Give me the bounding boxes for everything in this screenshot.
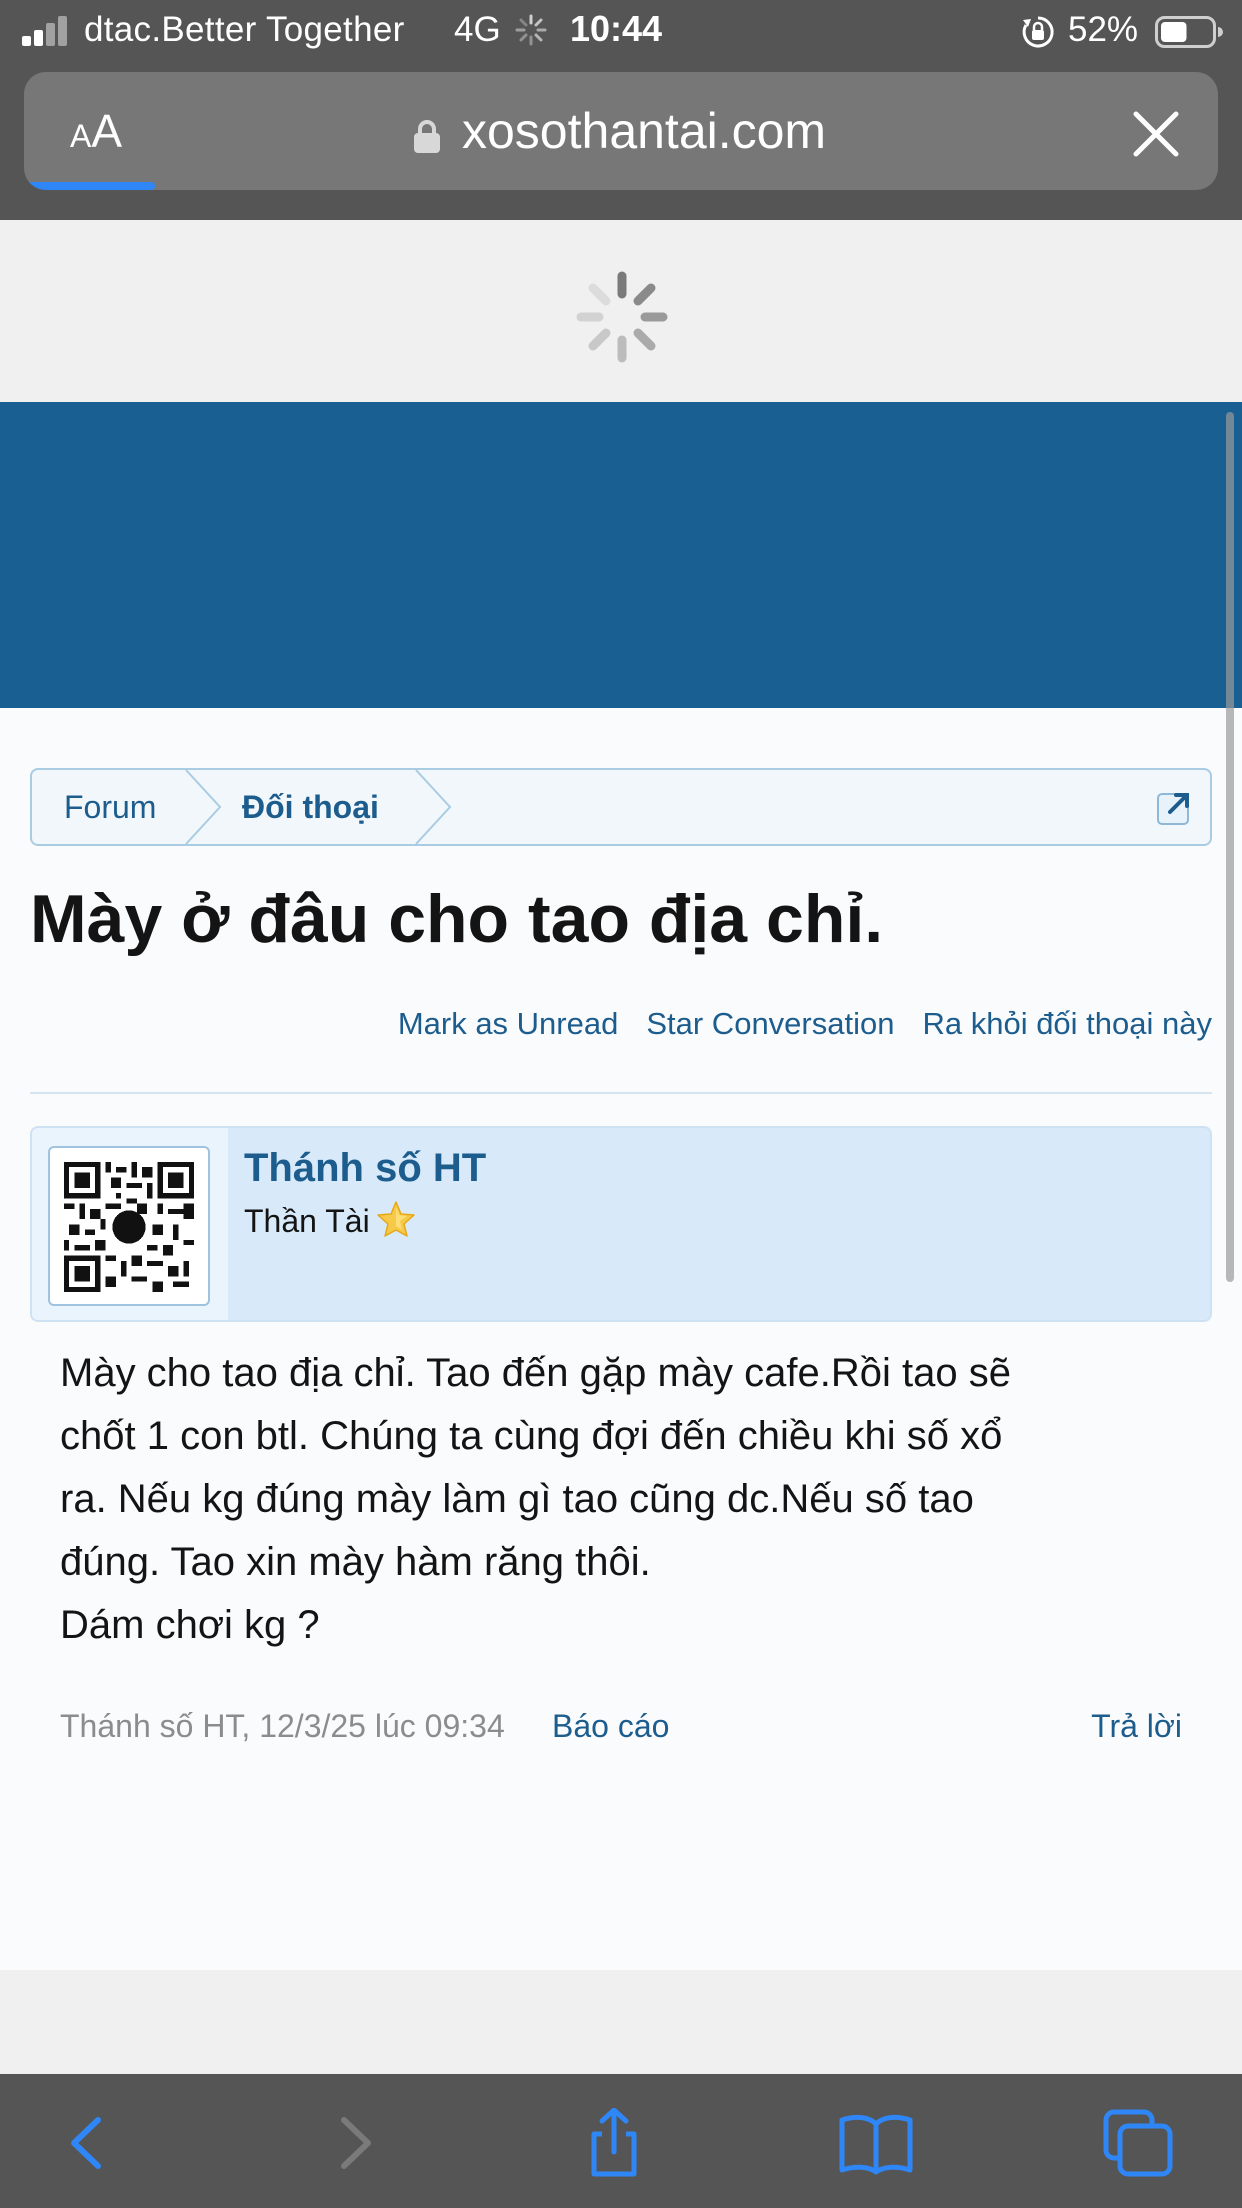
- stop-loading-icon[interactable]: [1130, 108, 1182, 160]
- message-meta: Thánh số HT, 12/3/25 lúc 09:34: [60, 1708, 505, 1744]
- message-body: Mày cho tao địa chỉ. Tao đến gặp mày caf…: [60, 1342, 1200, 1657]
- breadcrumb-separator: [185, 770, 222, 844]
- breadcrumb: Forum Đối thoại: [30, 768, 1212, 846]
- browser-toolbar: [0, 2074, 1242, 2208]
- message-body-line: ra. Nếu kg đúng mày làm gì tao cũng dc.N…: [60, 1477, 974, 1521]
- username-link[interactable]: Thánh số HT: [244, 1146, 486, 1191]
- lock-icon: [414, 120, 440, 153]
- battery-percent: 52%: [1068, 10, 1139, 49]
- breadcrumb-conversation[interactable]: Đối thoại: [242, 770, 379, 844]
- message-body-line: đúng. Tao xin mày hàm răng thôi.: [60, 1540, 651, 1584]
- clock: 10:44: [570, 8, 663, 49]
- cellular-signal-icon: [22, 16, 70, 46]
- back-icon[interactable]: [48, 2108, 128, 2178]
- breadcrumb-forum[interactable]: Forum: [64, 770, 156, 844]
- url-domain[interactable]: xosothantai.com: [462, 102, 826, 160]
- forward-icon[interactable]: [314, 2108, 394, 2178]
- text-size-button[interactable]: AA: [70, 104, 122, 158]
- network-type: 4G: [454, 10, 501, 49]
- share-icon[interactable]: [574, 2108, 654, 2178]
- message-body-line: Mày cho tao địa chỉ. Tao đến gặp mày caf…: [60, 1351, 1011, 1395]
- tabs-icon[interactable]: [1100, 2108, 1180, 2178]
- mark-unread-link[interactable]: Mark as Unread: [398, 1006, 619, 1041]
- report-link[interactable]: Báo cáo: [552, 1708, 669, 1745]
- address-bar[interactable]: AA xosothantai.com: [24, 72, 1218, 190]
- reply-link[interactable]: Trả lời: [1091, 1708, 1182, 1745]
- scrollbar[interactable]: [1226, 412, 1234, 1282]
- conversation-actions: Mark as Unread Star Conversation Ra khỏi đ…: [370, 1006, 1212, 1042]
- browser-chrome: AA xosothantai.com: [0, 62, 1242, 220]
- page-loading-area: [0, 220, 1242, 402]
- avatar-container: [32, 1128, 228, 1320]
- qr-code-avatar-image: [64, 1162, 194, 1292]
- leave-conversation-link[interactable]: Ra khỏi đối thoại này: [922, 1006, 1212, 1041]
- user-title-text: Thần Tài: [244, 1203, 370, 1239]
- star-conversation-link[interactable]: Star Conversation: [646, 1006, 894, 1041]
- breadcrumb-separator: [415, 770, 452, 844]
- rotation-lock-icon: [1022, 16, 1054, 48]
- jump-to-icon[interactable]: [1156, 788, 1194, 826]
- page-load-progress: [24, 182, 156, 190]
- bookmarks-icon[interactable]: [836, 2108, 916, 2178]
- loading-spinner-icon: [576, 271, 668, 363]
- carrier-name: dtac.Better Together: [84, 10, 405, 49]
- message-body-line: Dám chơi kg ?: [60, 1603, 320, 1647]
- divider: [30, 1092, 1212, 1094]
- page-content: Forum Đối thoại Mày ở đâu cho tao địa ch…: [0, 708, 1242, 1970]
- avatar[interactable]: [48, 1146, 210, 1306]
- site-header-banner: [0, 402, 1242, 708]
- battery-icon: [1155, 16, 1223, 48]
- star-icon: [376, 1201, 415, 1237]
- user-title: Thần Tài: [244, 1200, 416, 1240]
- conversation-title: Mày ở đâu cho tao địa chỉ.: [30, 881, 884, 957]
- status-bar: dtac.Better Together 4G 10:44 52%: [0, 0, 1242, 62]
- network-activity-icon: [515, 14, 547, 46]
- message-user-info: Thánh số HT Thần Tài: [30, 1126, 1212, 1322]
- message-body-line: chốt 1 con btl. Chúng ta cùng đợi đến ch…: [60, 1414, 1003, 1458]
